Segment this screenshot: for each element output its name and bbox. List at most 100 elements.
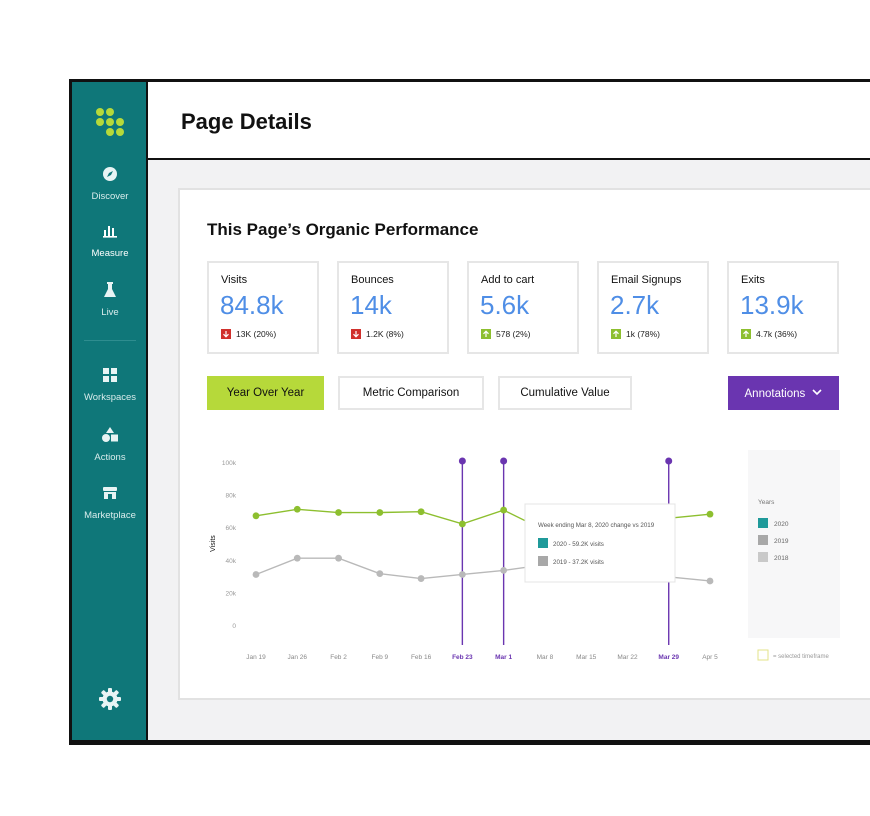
tab-cumulative-value[interactable]: Cumulative Value <box>498 376 632 410</box>
data-point-2019 <box>500 566 508 574</box>
metric-delta-text: 1.2K (8%) <box>366 329 404 339</box>
metric-visits[interactable]: Visits 84.8k 13K (20%) <box>207 261 319 354</box>
gear-icon[interactable] <box>99 688 121 710</box>
sidebar-item-actions[interactable]: Actions <box>72 427 148 465</box>
metric-value: 84.8k <box>220 290 284 320</box>
tab-metric-comparison[interactable]: Metric Comparison <box>338 376 484 410</box>
metric-email-signups[interactable]: Email Signups 2.7k 1k (78%) <box>597 261 709 354</box>
header: Page Details <box>148 82 870 160</box>
metric-delta-text: 4.7k (36%) <box>756 329 798 339</box>
metric-delta: 578 (2%) <box>481 329 531 339</box>
metric-label: Exits <box>741 274 765 286</box>
metric-delta-text: 578 (2%) <box>496 329 531 339</box>
bar-chart-icon <box>101 223 119 239</box>
x-tick-label: Feb 23 <box>452 654 473 661</box>
sidebar-item-label: Workspaces <box>83 392 137 403</box>
legend-swatch-2020 <box>758 518 768 528</box>
metric-delta: 1k (78%) <box>611 329 660 339</box>
data-point-2019 <box>376 570 384 578</box>
data-point-2019 <box>335 554 342 562</box>
sidebar-item-label: Live <box>101 307 119 318</box>
metric-value: 13.9k <box>740 290 804 320</box>
x-tick-label: Mar 29 <box>658 654 679 661</box>
sidebar-item-label: Marketplace <box>84 510 136 521</box>
data-point-2020 <box>417 508 425 516</box>
metric-delta-text: 1k (78%) <box>626 329 661 339</box>
sidebar: Discover Measure Live Workspaces Actions… <box>72 82 148 740</box>
arrow-down-icon <box>351 329 361 339</box>
metric-label: Visits <box>221 274 248 286</box>
x-tick-label: Feb 2 <box>330 654 347 661</box>
metric-delta-text: 13K (20%) <box>236 329 277 339</box>
tooltip-line: 2019 - 37.2K visits <box>553 559 604 566</box>
annotations-label: Annotations <box>744 388 806 400</box>
metric-exits[interactable]: Exits 13.9k 4.7k (36%) <box>727 261 839 354</box>
y-tick-label: 0 <box>232 623 236 630</box>
logo-icon[interactable] <box>96 108 126 138</box>
y-tick-label: 60k <box>226 525 237 532</box>
metric-delta: 13K (20%) <box>221 329 276 339</box>
sidebar-item-live[interactable]: Live <box>72 282 148 320</box>
store-icon <box>101 485 119 501</box>
highlight-marker <box>500 457 508 465</box>
sidebar-item-workspaces[interactable]: Workspaces <box>72 367 148 405</box>
sidebar-item-label: Actions <box>94 452 126 463</box>
data-point-2020 <box>458 520 466 528</box>
card-title: This Page’s Organic Performance <box>207 220 479 239</box>
x-tick-label: Mar 8 <box>537 654 554 661</box>
sidebar-item-label: Discover <box>91 191 129 202</box>
x-tick-label: Jan 26 <box>288 654 308 661</box>
data-point-2019 <box>252 571 260 578</box>
sidebar-item-label: Measure <box>91 248 129 259</box>
arrow-up-icon <box>741 329 751 339</box>
metric-add-to-cart[interactable]: Add to cart 5.6k 578 (2%) <box>467 261 579 354</box>
metric-delta: 4.7k (36%) <box>741 329 797 339</box>
legend-swatch-2019 <box>758 535 768 545</box>
app-window: Discover Measure Live Workspaces Actions… <box>69 79 870 745</box>
x-tick-label: Jan 19 <box>246 654 266 661</box>
metric-value: 2.7k <box>610 290 660 320</box>
highlight-marker <box>665 457 673 465</box>
metric-bounces[interactable]: Bounces 14k 1.2K (8%) <box>337 261 449 354</box>
annotations-dropdown[interactable]: Annotations <box>728 376 839 410</box>
performance-card: This Page’s Organic Performance Visits 8… <box>178 188 870 700</box>
tooltip-swatch-2020 <box>538 538 548 548</box>
arrow-up-icon <box>611 329 621 339</box>
shapes-icon <box>101 427 119 443</box>
legend-label: 2020 <box>774 521 789 528</box>
sidebar-item-measure[interactable]: Measure <box>72 223 148 261</box>
arrow-up-icon <box>481 329 491 339</box>
flask-icon <box>101 282 119 298</box>
arrow-down-icon <box>221 329 231 339</box>
highlight-marker <box>458 457 466 465</box>
data-point-2020 <box>376 509 384 516</box>
grid-icon <box>101 367 119 383</box>
legend-label: 2019 <box>774 538 789 545</box>
visits-chart[interactable]: 100k 80k 60k 40k 20k 0 Visits Jan 19 Jan 26 Feb 2… <box>180 430 870 690</box>
sidebar-divider <box>84 340 136 341</box>
data-point-2019 <box>293 554 301 562</box>
y-tick-label: 40k <box>226 558 237 565</box>
selected-timeframe-swatch <box>757 649 769 661</box>
tooltip-swatch-2019 <box>538 556 548 566</box>
page-title: Page Details <box>181 109 312 134</box>
sidebar-item-discover[interactable]: Discover <box>72 166 148 204</box>
tooltip-line: 2020 - 59.2K visits <box>553 541 604 548</box>
tab-year-over-year[interactable]: Year Over Year <box>207 376 324 410</box>
metric-label: Add to cart <box>481 274 535 286</box>
metric-value: 5.6k <box>480 290 530 320</box>
main-content: This Page’s Organic Performance Visits 8… <box>148 160 870 740</box>
data-point-2020 <box>706 510 714 518</box>
x-tick-label: Mar 22 <box>617 654 638 661</box>
legend-title: Years <box>758 499 775 506</box>
tooltip-title: Week ending Mar 8, 2020 change vs 2019 <box>538 522 655 529</box>
legend-note: = selected timeframe <box>773 654 830 660</box>
sidebar-item-marketplace[interactable]: Marketplace <box>72 485 148 523</box>
data-point-2020 <box>335 509 342 516</box>
chevron-down-icon <box>812 376 823 410</box>
metric-value: 14k <box>350 290 392 320</box>
y-tick-label: 20k <box>226 590 237 597</box>
y-axis-label: Visits <box>210 535 217 552</box>
x-tick-label: Feb 16 <box>411 654 432 661</box>
data-point-2020 <box>252 512 260 520</box>
